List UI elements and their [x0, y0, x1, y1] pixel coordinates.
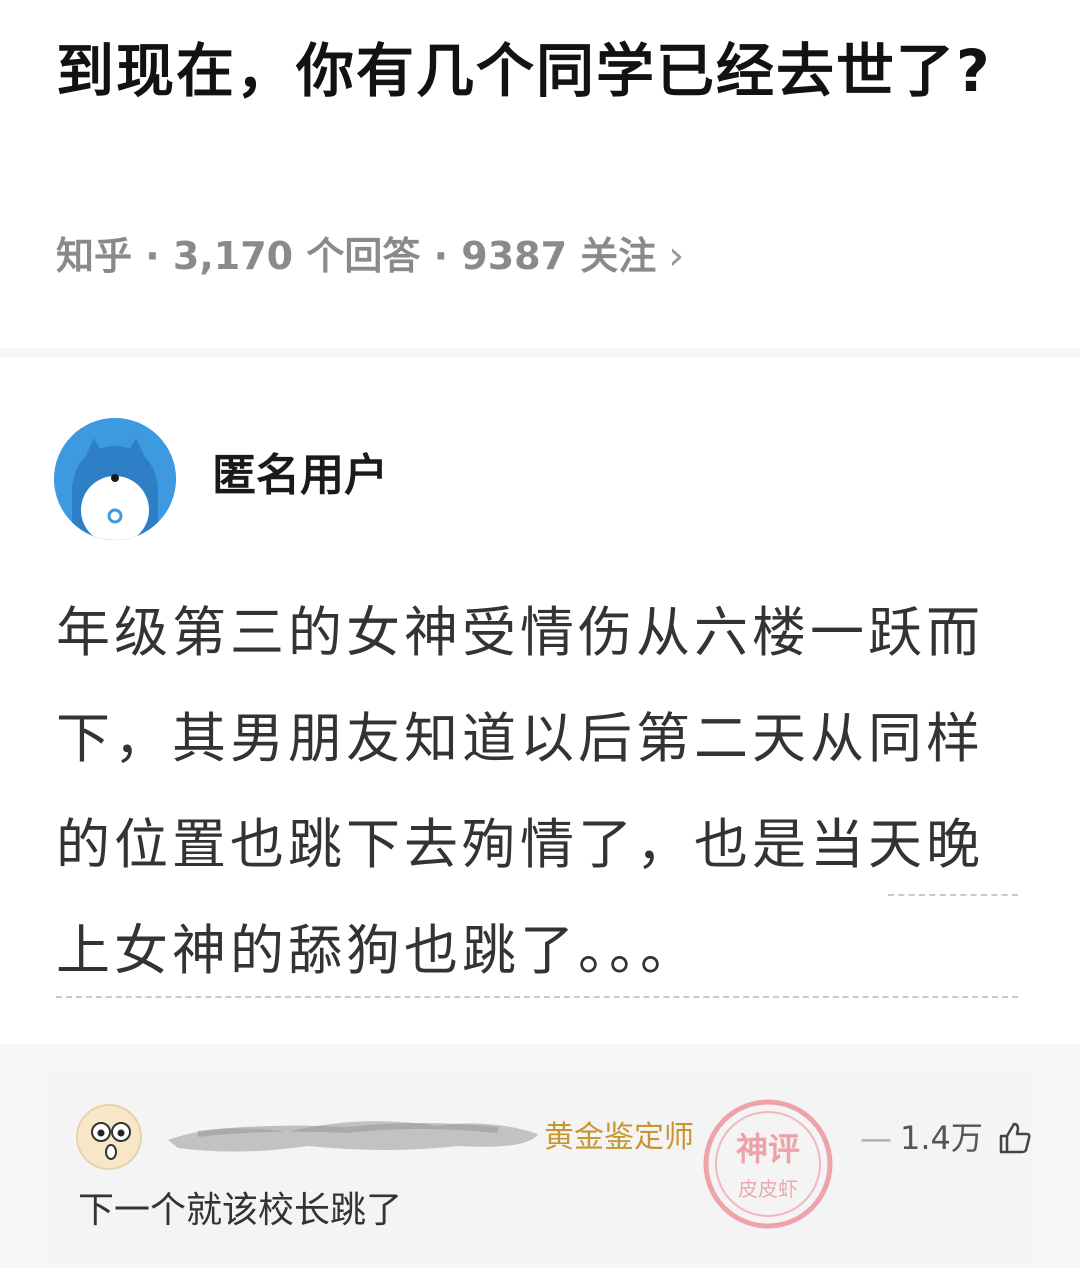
question-card[interactable]: 到现在，你有几个同学已经去世了? 知乎 · 3,170 个回答 · 9387 关…: [0, 0, 1080, 348]
source-label: 知乎: [56, 234, 133, 278]
follow-count: 9387 关注: [461, 234, 657, 278]
like-count-label: 1.4万: [900, 1119, 983, 1157]
comment-text: 下一个就该校长跳了: [78, 1190, 403, 1231]
anonymous-avatar[interactable]: [54, 418, 176, 540]
redacted-username: [168, 1121, 538, 1152]
like-count[interactable]: — 1.4万: [860, 1118, 1033, 1158]
author-name[interactable]: 匿名用户: [212, 446, 388, 506]
commenter-avatar[interactable]: [76, 1104, 142, 1170]
answer-count: 3,170 个回答: [172, 234, 421, 278]
hot-comment-card[interactable]: 黄金鉴定师 神评 皮皮虾 — 1.4万 下一个就该校长跳了: [48, 1074, 1034, 1260]
like-dash: —: [860, 1119, 892, 1157]
anonymous-mascot-icon: [54, 418, 176, 540]
meta-separator: ·: [420, 234, 462, 278]
watermark-stamp: 神评 皮皮虾: [703, 1099, 833, 1229]
thumbs-up-icon[interactable]: [997, 1120, 1033, 1156]
question-title[interactable]: 到现在，你有几个同学已经去世了?: [56, 28, 1016, 114]
meta-separator: ·: [132, 234, 173, 278]
chevron-right-icon[interactable]: ›: [668, 228, 684, 284]
gold-appraiser-badge: 黄金鉴定师: [544, 1120, 694, 1155]
surprised-face-icon: [78, 1106, 140, 1168]
answer-body: 年级第三的女神受情伤从六楼一跃而下，其男朋友知道以后第二天从同样的位置也跳下去殉…: [56, 601, 984, 982]
question-meta[interactable]: 知乎 · 3,170 个回答 · 9387 关注 ›: [56, 228, 684, 284]
text-divider: [888, 894, 1018, 896]
answer-card: 匿名用户 年级第三的女神受情伤从六楼一跃而下，其男朋友知道以后第二天从同样的位置…: [0, 358, 1080, 1044]
watermark-bottom-text: 皮皮虾: [738, 1177, 798, 1201]
text-divider: [56, 996, 1018, 998]
watermark-top-text: 神评: [736, 1130, 800, 1168]
